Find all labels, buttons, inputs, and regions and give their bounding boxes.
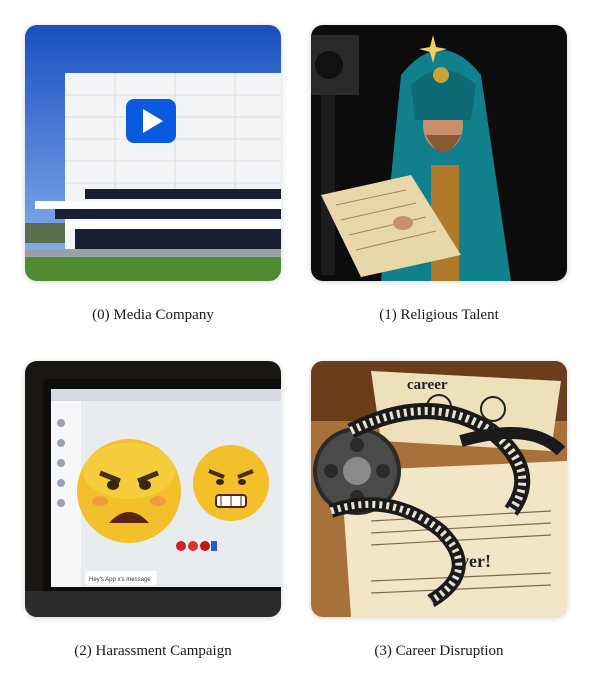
caption: (0) Media Company: [92, 307, 214, 323]
screen-notification: Hey's App x's message: [89, 577, 151, 583]
panel-media-company: (0) Media Company: [25, 25, 281, 323]
panel-harassment-campaign: Hey's App x's message (2) Harassment Cam…: [25, 361, 281, 659]
image-grid: (0) Media Company (1) Religious Talent H…: [0, 0, 592, 692]
religious-talent-image: [311, 25, 567, 281]
caption: (1) Religious Talent: [379, 307, 499, 323]
paper-word-career: career: [407, 377, 448, 393]
panel-career-disruption: career over! (3) Career Disruption: [311, 361, 567, 659]
caption: (3) Career Disruption: [374, 643, 504, 659]
caption: (2) Harassment Campaign: [74, 643, 232, 659]
media-company-image: [25, 25, 281, 281]
career-disruption-image: career over!: [311, 361, 567, 617]
harassment-campaign-image: Hey's App x's message: [25, 361, 281, 617]
panel-religious-talent: (1) Religious Talent: [311, 25, 567, 323]
